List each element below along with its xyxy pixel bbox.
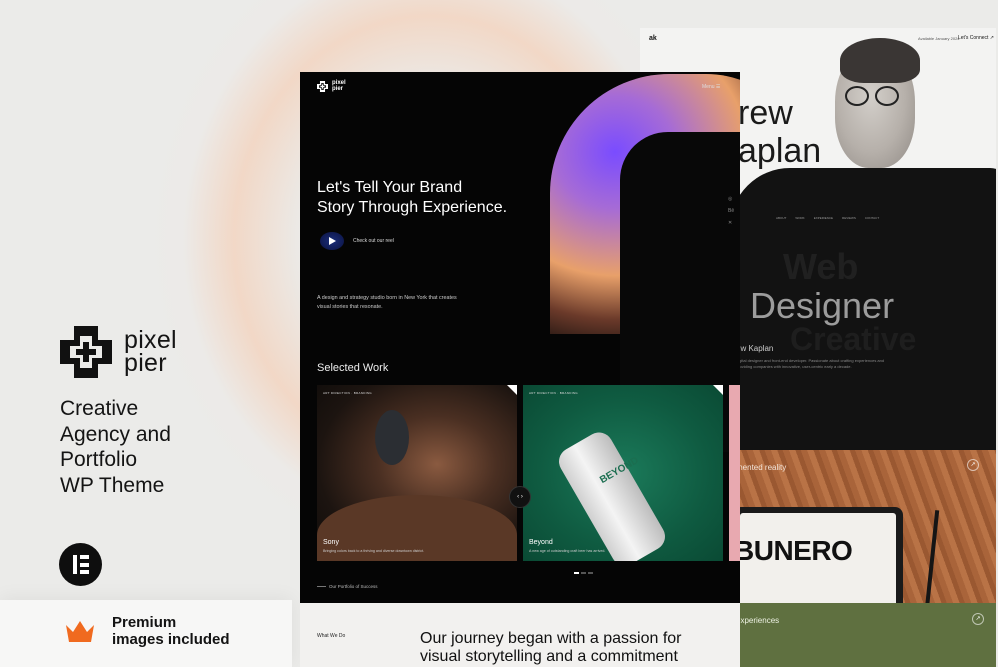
glasses-icon: [845, 86, 869, 106]
designer-name-line2: aplan: [738, 132, 822, 170]
header-logo-line2: pier: [332, 86, 344, 92]
brand-tagline: Creative Agency and Portfolio WP Theme: [60, 396, 260, 498]
premium-text: Premium images included: [112, 614, 230, 648]
slider-pagination: [574, 572, 593, 574]
card-label: experiences: [736, 616, 780, 625]
hero-heading: Let's Tell Your Brand Story Through Expe…: [317, 178, 507, 218]
designer-name-line1: rew: [738, 94, 793, 132]
card-title: Beyond: [529, 539, 553, 546]
designer-name: rew aplan: [738, 94, 821, 170]
arrow-up-right-icon[interactable]: ↗: [967, 459, 979, 471]
tagline-line: WP Theme: [60, 473, 165, 497]
pagination-dot[interactable]: [581, 572, 586, 574]
crown-icon: [66, 621, 94, 642]
nav-item[interactable]: CONTACT: [865, 216, 879, 220]
card-corner: [713, 385, 723, 395]
headphones-image: [375, 410, 409, 465]
premium-images-banner: Premium images included: [0, 600, 292, 667]
card-label: mented reality: [736, 463, 787, 472]
bunero-wordmark: BUNERO: [734, 535, 853, 566]
social-links: ◎ Bē ✕: [728, 196, 734, 226]
menu-button[interactable]: Menu ☰: [702, 84, 720, 90]
selected-work-heading: Selected Work: [317, 362, 389, 374]
pen-image: [924, 510, 940, 605]
availability-text: Available January 2024: [918, 36, 960, 41]
brand-block: pixel pier: [60, 326, 177, 378]
about-story-text: Our journey began with a passion for vis…: [420, 630, 682, 665]
role-creative: Creative: [790, 321, 917, 357]
hamburger-icon: ☰: [715, 84, 721, 90]
about-section-preview: What We Do Our journey began with a pass…: [300, 603, 740, 667]
card-corner: [507, 385, 517, 395]
card-title: Sony: [323, 539, 339, 546]
arrow-up-right-icon[interactable]: ↗: [972, 613, 984, 625]
designer-heading: ew Kaplan: [736, 344, 774, 353]
card-meta: ART DIRECTION · BRANDING: [529, 391, 578, 395]
elementor-icon: [59, 543, 102, 586]
nav-item[interactable]: REVIEWS: [842, 216, 856, 220]
instagram-icon[interactable]: ◎: [728, 196, 734, 202]
behance-icon[interactable]: Bē: [728, 208, 734, 214]
can-image: [553, 427, 671, 561]
x-icon[interactable]: ✕: [728, 220, 734, 226]
role-web: Web: [783, 246, 859, 287]
tagline-line: Portfolio: [60, 448, 138, 471]
pixelpier-logo-icon: [317, 80, 328, 92]
premium-line1: Premium: [112, 614, 177, 631]
work-card-beyond[interactable]: BEYOND ART DIRECTION · BRANDING Beyond A…: [523, 385, 723, 561]
brand-logo-line2: pier: [124, 349, 167, 377]
designer-bio: digital designer and front-end developer…: [736, 358, 885, 369]
portfolio-nav: ABOUT WORK EXPERIENCE REVIEWS CONTACT: [776, 216, 879, 220]
nav-item[interactable]: ABOUT: [776, 216, 786, 220]
reel-label: Check out our reel: [353, 238, 394, 244]
card-caption: A new age of outstanding craft beer has …: [529, 549, 606, 553]
card-meta: ART DIRECTION · BRANDING: [323, 391, 372, 395]
nav-item[interactable]: EXPERIENCE: [814, 216, 833, 220]
tagline-line: Agency and: [60, 422, 171, 446]
card-caption: Bringing colors back to a thriving and d…: [323, 549, 425, 553]
work-card-partial[interactable]: [729, 385, 740, 561]
premium-line2: images included: [112, 630, 230, 648]
header-logo[interactable]: pixel pier: [317, 80, 346, 92]
reel-button[interactable]: Check out our reel: [320, 232, 394, 250]
hero-line2: Story Through Experience.: [317, 199, 508, 216]
what-we-do-label: What We Do: [317, 633, 346, 639]
lets-connect-link[interactable]: Let's Connect ↗: [958, 35, 994, 41]
header-logo-text: pixel pier: [332, 80, 346, 92]
tagline-line: Creative: [60, 397, 139, 420]
brand-logo: pixel pier: [60, 326, 177, 378]
pixelpier-logo-icon: [60, 326, 112, 378]
glasses-icon: [875, 86, 899, 106]
hero-line1: Let's Tell Your Brand: [317, 179, 463, 196]
brand-logo-text: pixel pier: [124, 328, 177, 377]
pixelpier-homepage-preview: pixel pier Menu ☰ Let's Tell Your Brand …: [300, 72, 740, 603]
portfolio-label: Our Portfolio of Success: [317, 584, 378, 589]
nav-item[interactable]: WORK: [795, 216, 804, 220]
studio-description: A design and strategy studio born in New…: [317, 295, 457, 310]
ak-logo[interactable]: ak: [649, 35, 657, 42]
work-card-sony[interactable]: ART DIRECTION · BRANDING Sony Bringing c…: [317, 385, 517, 561]
pagination-dot[interactable]: [588, 572, 593, 574]
play-icon: [320, 232, 344, 250]
slider-arrows-button[interactable]: ‹ ›: [509, 486, 531, 508]
portrait-hair: [840, 38, 920, 83]
pagination-dot[interactable]: [574, 572, 579, 574]
